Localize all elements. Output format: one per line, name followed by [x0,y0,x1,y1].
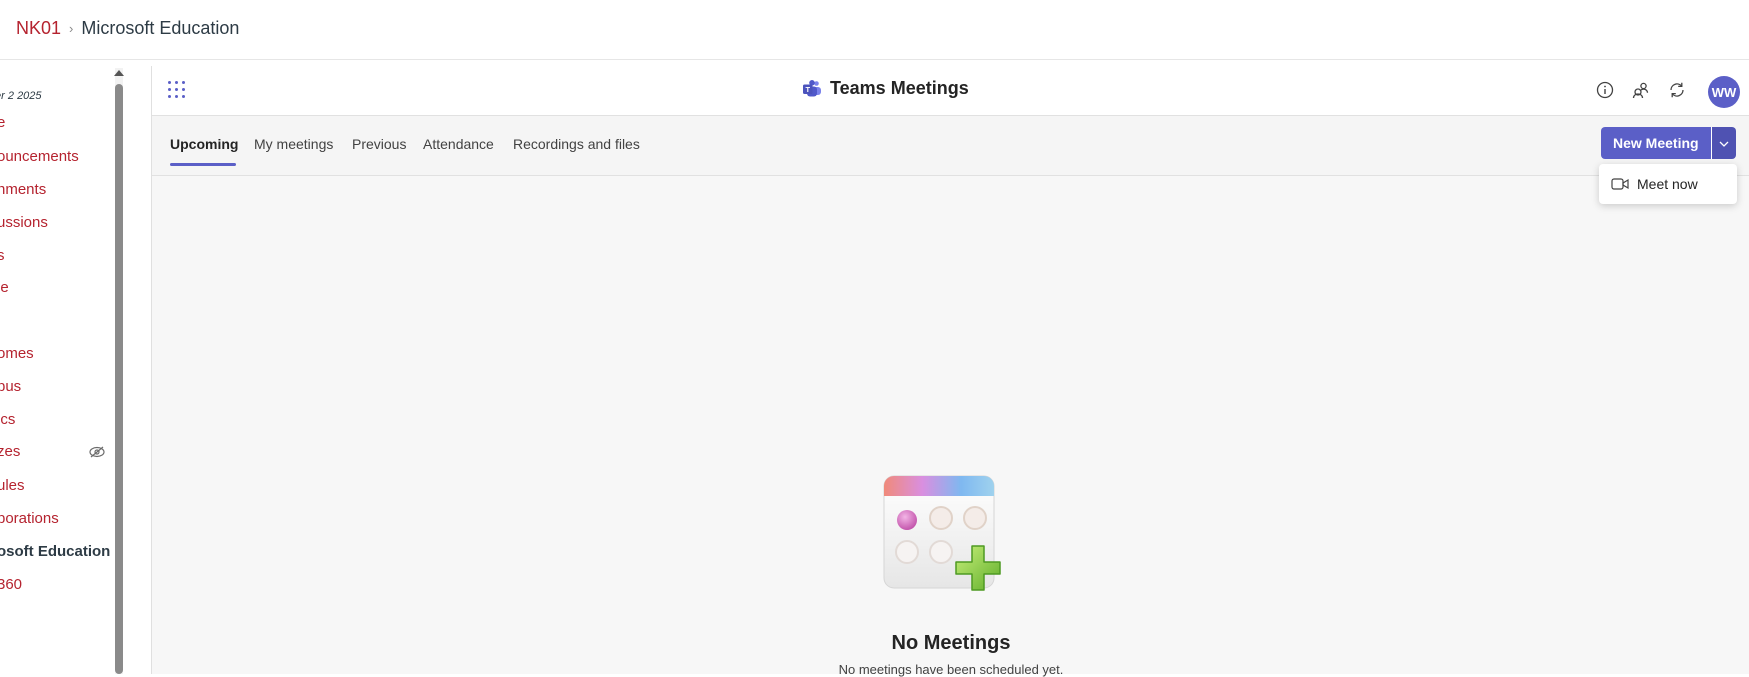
breadcrumb-course-link[interactable]: NK01 [16,18,61,39]
tab-upcoming[interactable]: Upcoming [170,136,238,152]
empty-state-subtitle: No meetings have been scheduled yet. [838,662,1064,677]
course-nav-item-rubrics[interactable]: ics [0,411,15,428]
tab-previous[interactable]: Previous [352,136,406,152]
course-nav-item-outcomes[interactable]: omes [0,345,34,362]
chevron-down-icon [1719,134,1729,152]
course-nav-item-collaborations[interactable]: borations [0,510,59,527]
course-nav-item-announcements[interactable]: ouncements [0,148,79,165]
course-term: ter 2 2025 [0,90,42,102]
breadcrumb: NK01 › Microsoft Education [16,18,239,39]
course-nav-item-assignments[interactable]: nments [0,181,46,198]
tab-my-meetings[interactable]: My meetings [254,136,333,152]
active-tab-indicator [170,163,236,166]
new-meeting-button[interactable]: New Meeting [1601,127,1711,159]
course-nav-item-home[interactable]: e [0,114,5,131]
course-nav-item-discussions[interactable]: ussions [0,214,48,231]
course-nav-item-360[interactable]: 360 [0,576,22,593]
info-icon[interactable] [1593,78,1617,102]
calendar-add-illustration-icon [880,474,1014,596]
avatar[interactable]: WW [1708,76,1740,108]
course-nav-item-syllabus[interactable]: bus [0,378,21,395]
course-nav-item-quizzes[interactable]: zes [0,443,20,460]
tab-recordings-and-files[interactable]: Recordings and files [513,136,640,152]
new-meeting-split-button: New Meeting [1601,127,1736,159]
app-title: Teams Meetings [830,78,969,98]
people-icon[interactable] [1629,78,1653,102]
empty-state-title: No Meetings [891,632,1011,654]
svg-text:T: T [805,85,810,94]
teams-logo-icon: T [802,79,822,99]
course-nav-item-grades[interactable]: s [0,247,5,264]
course-nav-item-modules[interactable]: ules [0,477,25,494]
course-nav-scroll-thumb[interactable] [115,84,123,674]
eye-slash-icon [89,445,105,458]
apps-waffle-icon[interactable] [166,79,188,101]
top-bar: NK01 › Microsoft Education [0,0,1749,60]
breadcrumb-current: Microsoft Education [81,18,240,38]
tabs-row: Upcoming My meetings Previous Attendance… [152,116,1749,204]
breadcrumb-separator: › [69,21,74,36]
tab-attendance[interactable]: Attendance [423,136,494,152]
scroll-up-arrow-icon[interactable] [114,70,124,76]
course-nav-item-microsoft-education[interactable]: osoft Education [0,543,110,560]
teams-meetings-app: T Teams Meetings WW Upcoming My meetings… [151,66,1749,677]
new-meeting-dropdown-toggle[interactable] [1710,127,1736,159]
course-navigation: ter 2 2025 e ouncements nments ussions s… [0,60,115,674]
refresh-icon[interactable] [1665,78,1689,102]
app-title-group: T Teams Meetings [802,78,969,99]
course-nav-item-people[interactable]: le [0,279,9,296]
app-header: T Teams Meetings WW [152,66,1749,116]
empty-state: No Meetings No meetings have been schedu… [152,176,1749,677]
